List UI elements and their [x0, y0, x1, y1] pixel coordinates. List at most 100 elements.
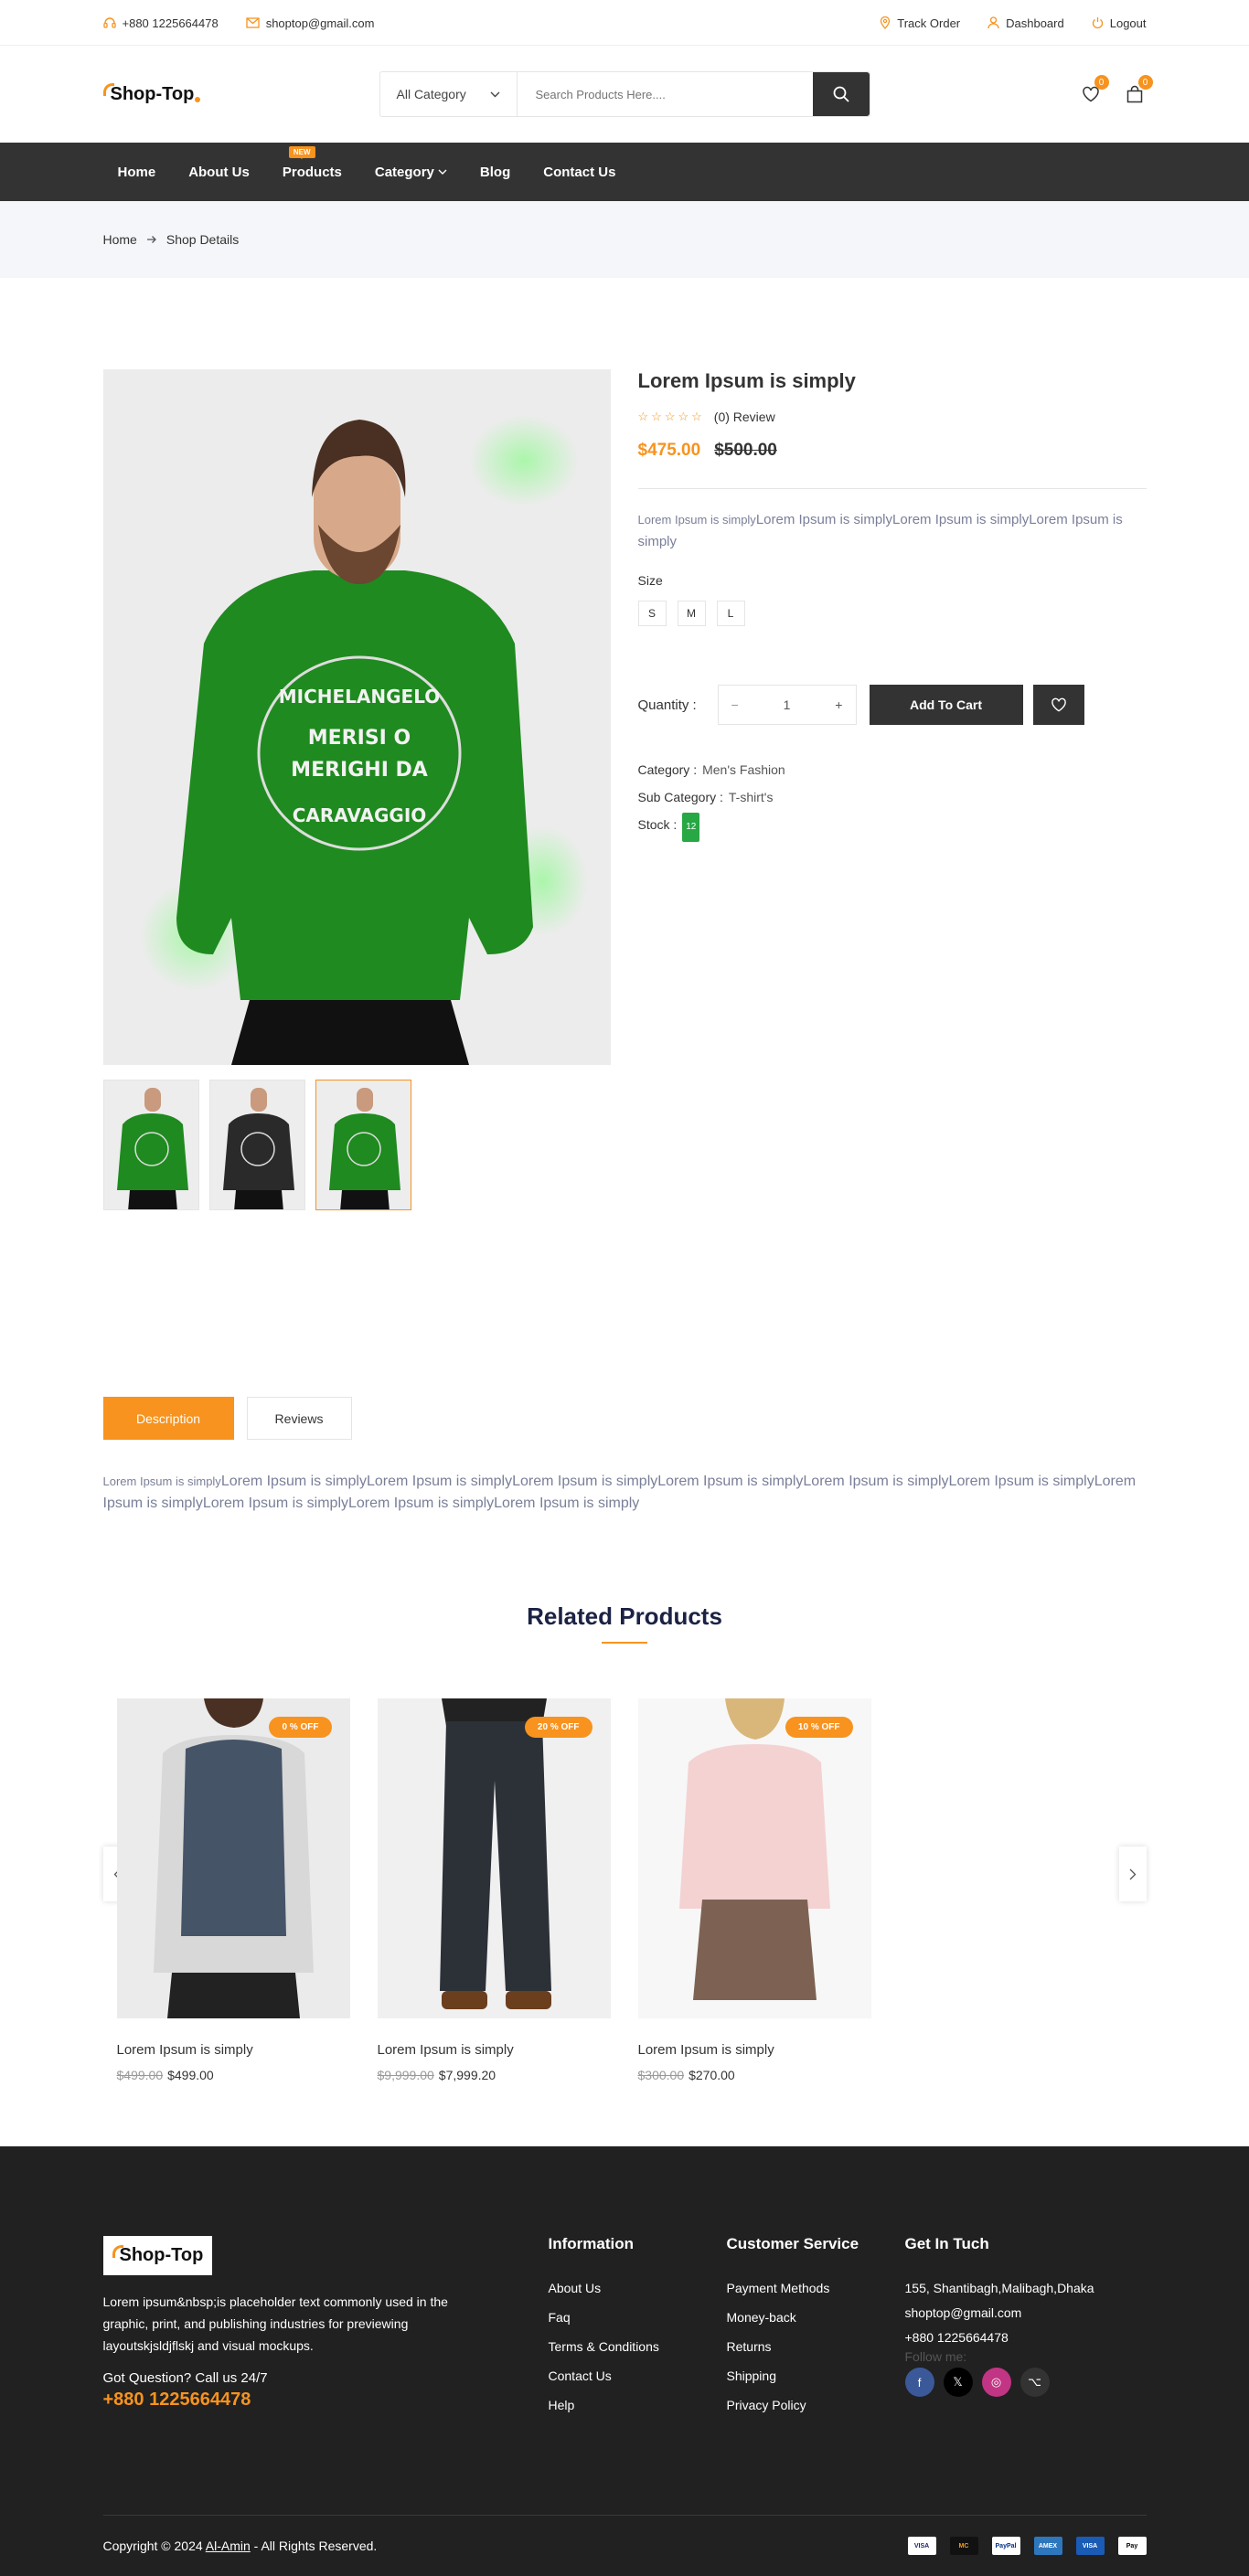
- subcategory-value[interactable]: T-shirt's: [729, 790, 774, 804]
- qty-decrease-button[interactable]: −: [731, 697, 739, 712]
- footer-link[interactable]: Terms & Conditions: [549, 2339, 659, 2354]
- heart-icon: [1082, 86, 1100, 102]
- product-card-image[interactable]: 10 % OFF: [637, 1698, 871, 2018]
- track-order-link[interactable]: Track Order: [880, 16, 960, 30]
- header: Shop-Top All Category 0 0: [0, 46, 1249, 143]
- thumbnail-green-selected[interactable]: [315, 1080, 411, 1210]
- social-links: f 𝕏 ◎ ⌥: [904, 2368, 1094, 2397]
- discount-badge: 20 % OFF: [524, 1717, 592, 1738]
- facebook-icon[interactable]: f: [904, 2368, 934, 2397]
- quantity-label: Quantity :: [637, 697, 697, 713]
- size-option-s[interactable]: S: [637, 601, 667, 626]
- footer-logo[interactable]: Shop-Top: [102, 2236, 213, 2275]
- stock-label: Stock :: [637, 817, 678, 832]
- footer-link[interactable]: Privacy Policy: [727, 2398, 859, 2412]
- product-card-name[interactable]: Lorem Ipsum is simply: [378, 2042, 611, 2058]
- footer-link[interactable]: About Us: [549, 2281, 659, 2295]
- discount-badge: 10 % OFF: [785, 1717, 853, 1738]
- nav-item-category[interactable]: Category: [375, 165, 447, 180]
- nav-item-products[interactable]: NEW Products: [283, 145, 342, 180]
- footer-email[interactable]: shoptop@gmail.com: [905, 2305, 1094, 2320]
- carousel-next-button[interactable]: [1118, 1847, 1147, 1901]
- footer-link[interactable]: Faq: [549, 2310, 659, 2325]
- footer-information: Information About Us Faq Terms & Conditi…: [549, 2235, 659, 2427]
- qty-increase-button[interactable]: +: [835, 697, 842, 712]
- footer-link[interactable]: Money-back: [727, 2310, 859, 2325]
- logout-text: Logout: [1109, 16, 1147, 30]
- x-twitter-icon[interactable]: 𝕏: [943, 2368, 973, 2397]
- topbar-email[interactable]: shoptop@gmail.com: [246, 16, 374, 30]
- author-link[interactable]: Al-Amin: [206, 2539, 251, 2553]
- topbar-phone[interactable]: +880 1225664478: [102, 16, 219, 30]
- title-underline: [602, 1642, 647, 1644]
- shirt-print-line1: MICHELANGELO: [278, 686, 440, 708]
- stock-badge: 12: [682, 813, 700, 842]
- footer-cs-title: Customer Service: [726, 2235, 859, 2252]
- product-main-image[interactable]: MICHELANGELO MERISI O MERIGHI DA CARAVAG…: [102, 369, 611, 1065]
- product-section: MICHELANGELO MERISI O MERIGHI DA CARAVAG…: [0, 278, 1249, 1397]
- tab-reviews[interactable]: Reviews: [246, 1397, 352, 1440]
- instagram-icon[interactable]: ◎: [981, 2368, 1011, 2397]
- dashboard-link[interactable]: Dashboard: [987, 16, 1064, 30]
- product-card-name[interactable]: Lorem Ipsum is simply: [117, 2042, 350, 2058]
- price-old: $500.00: [714, 441, 777, 460]
- product-card[interactable]: 10 % OFF Lorem Ipsum is simply $300.00 $2…: [637, 1698, 871, 2082]
- product-card[interactable]: 0 % OFF Lorem Ipsum is simply $499.00 $49…: [116, 1698, 350, 2082]
- product-card[interactable]: 20 % OFF Lorem Ipsum is simply $9,999.00…: [377, 1698, 611, 2082]
- track-order-text: Track Order: [897, 16, 961, 30]
- footer-link[interactable]: Contact Us: [549, 2368, 659, 2383]
- nav-item-blog[interactable]: Blog: [480, 165, 510, 180]
- footer-link[interactable]: Payment Methods: [727, 2281, 859, 2295]
- github-icon[interactable]: ⌥: [1019, 2368, 1050, 2397]
- size-option-m[interactable]: M: [677, 601, 706, 626]
- qty-value[interactable]: 1: [784, 697, 791, 712]
- thumbnail-green[interactable]: [102, 1080, 199, 1210]
- review-count[interactable]: (0) Review: [714, 410, 775, 424]
- footer-contact-phone[interactable]: +880 1225664478: [905, 2330, 1094, 2345]
- related-title: Related Products: [527, 1602, 722, 1630]
- nav-item-about[interactable]: About Us: [188, 165, 250, 180]
- description-tabs-section: Description Reviews Lorem Ipsum is simpl…: [102, 1397, 1147, 2146]
- dashboard-text: Dashboard: [1006, 16, 1064, 30]
- star-icon: ☆: [691, 410, 702, 423]
- star-icon: ☆: [651, 410, 662, 423]
- category-value[interactable]: Men's Fashion: [702, 762, 785, 777]
- size-option-l[interactable]: L: [716, 601, 745, 626]
- add-to-cart-button[interactable]: Add To Cart: [869, 685, 1023, 725]
- related-carousel: 0 % OFF Lorem Ipsum is simply $499.00 $49…: [102, 1698, 1147, 2093]
- footer-get-in-touch: Get In Tuch 155, Shantibagh,Malibagh,Dha…: [904, 2235, 1094, 2397]
- quantity-stepper: − 1 +: [717, 685, 857, 725]
- user-icon: [987, 16, 999, 29]
- product-card-price: $300.00 $270.00: [637, 2068, 735, 2082]
- search-input[interactable]: [517, 72, 813, 116]
- thumbnail-black[interactable]: [208, 1080, 305, 1210]
- nav-item-contact[interactable]: Contact Us: [543, 165, 615, 180]
- discount-badge: 0 % OFF: [269, 1717, 332, 1738]
- star-icon: ☆: [678, 410, 689, 423]
- price-block: $475.00 $500.00: [638, 441, 1147, 461]
- logout-link[interactable]: Logout: [1092, 16, 1147, 30]
- add-to-wishlist-button[interactable]: [1032, 685, 1084, 725]
- footer-phone[interactable]: +880 1225664478: [103, 2390, 251, 2411]
- nav-item-home[interactable]: Home: [118, 165, 156, 180]
- payment-methods: VISA MC PayPal AMEX VISA Pay: [907, 2537, 1147, 2555]
- wishlist-button[interactable]: 0: [1079, 75, 1109, 106]
- product-meta: Category : Men's Fashion Sub Category : T-…: [638, 756, 1147, 842]
- product-card-image[interactable]: 0 % OFF: [116, 1698, 350, 2018]
- footer-about: Lorem ipsum&nbsp;is placeholder text com…: [102, 2294, 448, 2353]
- footer-link[interactable]: Shipping: [727, 2368, 859, 2383]
- new-badge: NEW: [288, 145, 315, 159]
- product-card-name[interactable]: Lorem Ipsum is simply: [638, 2042, 871, 2058]
- category-select[interactable]: All Category: [380, 72, 518, 116]
- breadcrumb-home[interactable]: Home: [103, 232, 137, 247]
- cart-button[interactable]: 0: [1123, 75, 1153, 106]
- logo-text: Shop-Top: [110, 83, 195, 104]
- size-options: S M L: [637, 601, 1147, 626]
- search-button[interactable]: [812, 72, 870, 116]
- footer-link[interactable]: Returns: [727, 2339, 859, 2354]
- cart-count-badge: 0: [1137, 75, 1153, 90]
- site-logo[interactable]: Shop-Top: [102, 83, 379, 105]
- tab-description[interactable]: Description: [102, 1397, 234, 1440]
- footer-link[interactable]: Help: [549, 2398, 659, 2412]
- product-card-image[interactable]: 20 % OFF: [377, 1698, 611, 2018]
